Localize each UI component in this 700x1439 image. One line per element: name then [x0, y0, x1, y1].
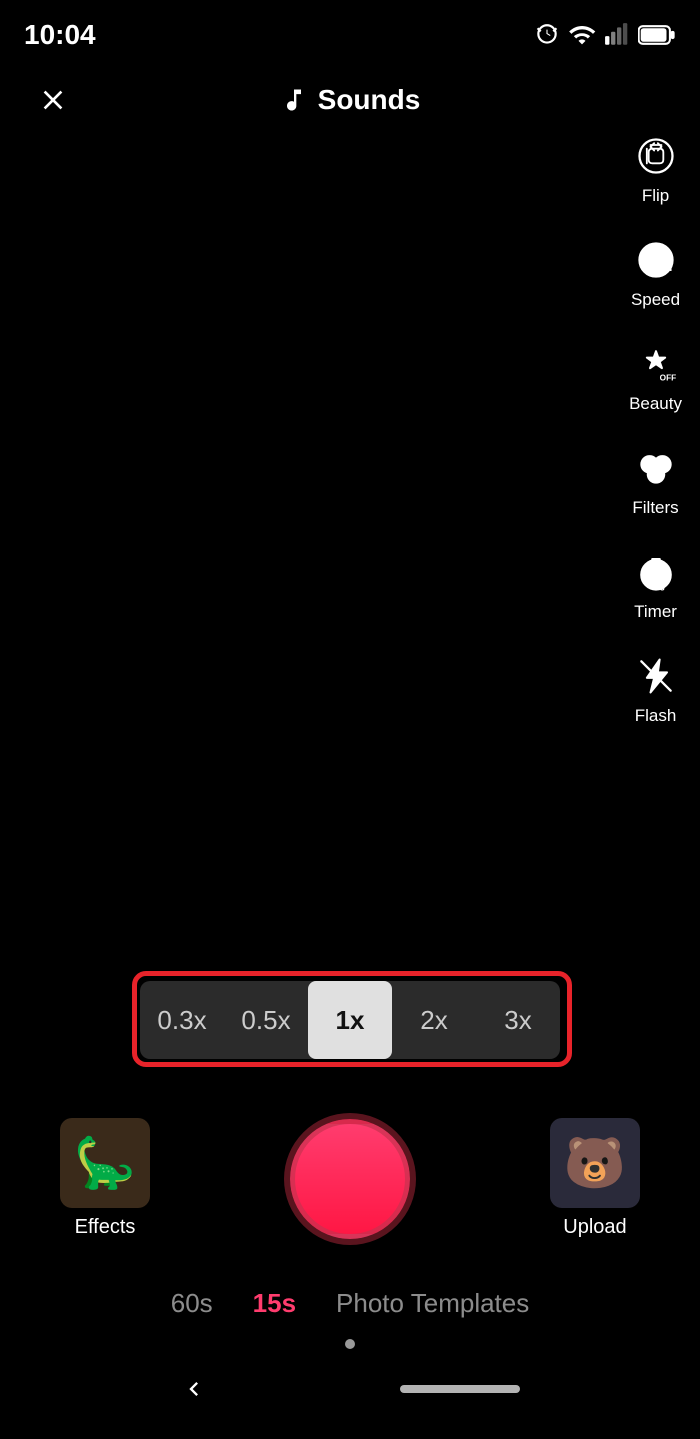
effects-button[interactable]: 🦕 Effects [60, 1118, 150, 1239]
svg-text:3: 3 [659, 582, 664, 592]
effects-thumb-image: 🦕 [60, 1118, 150, 1208]
filters-control[interactable]: Filters [630, 442, 682, 518]
back-chevron-icon [180, 1375, 208, 1403]
flip-icon-wrap [630, 130, 682, 182]
speed-option-3x[interactable]: 3x [476, 981, 560, 1059]
flip-label: Flip [642, 186, 669, 206]
alarm-icon [534, 22, 560, 48]
speed-icon-wrap: ON [630, 234, 682, 286]
svg-text:OFF: OFF [659, 374, 676, 383]
signal-icon [604, 22, 630, 48]
music-note-icon [280, 86, 308, 114]
right-controls: Flip ON Speed OFF Beauty [629, 130, 682, 726]
back-button[interactable] [180, 1375, 208, 1403]
beauty-label: Beauty [629, 394, 682, 414]
battery-icon [638, 24, 676, 46]
speed-option-1x[interactable]: 1x [308, 981, 392, 1059]
flash-control[interactable]: Flash [630, 650, 682, 726]
duration-tabs: 60s 15s Photo Templates [0, 1288, 700, 1319]
speed-icon: ON [634, 238, 678, 282]
sounds-label-text: Sounds [318, 84, 421, 116]
beauty-icon: OFF [634, 342, 678, 386]
home-indicator [400, 1385, 520, 1393]
effects-label: Effects [75, 1216, 136, 1239]
bottom-controls: 🦕 Effects 🐻 Upload [0, 1118, 700, 1239]
dot-indicator [0, 1339, 700, 1349]
timer-label: Timer [634, 602, 677, 622]
flip-control[interactable]: Flip [630, 130, 682, 206]
beauty-icon-wrap: OFF [630, 338, 682, 390]
upload-label: Upload [563, 1216, 626, 1239]
flash-icon-wrap [630, 650, 682, 702]
effects-thumbnail: 🦕 [60, 1118, 150, 1208]
tab-15s[interactable]: 15s [253, 1288, 296, 1319]
speed-selector-container: 0.3x 0.5x 1x 2x 3x [0, 981, 700, 1059]
speed-label: Speed [631, 290, 680, 310]
beauty-control[interactable]: OFF Beauty [629, 338, 682, 414]
timer-icon-wrap: 3 [630, 546, 682, 598]
flash-icon [634, 654, 678, 698]
timer-control[interactable]: 3 Timer [630, 546, 682, 622]
speed-selector: 0.3x 0.5x 1x 2x 3x [140, 981, 560, 1059]
sounds-header: Sounds [280, 84, 421, 116]
speed-control[interactable]: ON Speed [630, 234, 682, 310]
record-button[interactable] [290, 1119, 410, 1239]
tab-60s[interactable]: 60s [171, 1288, 213, 1319]
speed-selector-wrapper: 0.3x 0.5x 1x 2x 3x [140, 981, 560, 1059]
speed-option-2x[interactable]: 2x [392, 981, 476, 1059]
timer-icon: 3 [634, 550, 678, 594]
svg-text:ON: ON [659, 264, 671, 273]
top-bar: Sounds [0, 60, 700, 140]
nav-bar [0, 1359, 700, 1419]
flash-label: Flash [635, 706, 677, 726]
flip-icon [634, 134, 678, 178]
filters-label: Filters [632, 498, 678, 518]
record-button-wrapper[interactable] [290, 1119, 410, 1239]
status-time: 10:04 [24, 19, 96, 51]
status-icons [534, 21, 676, 49]
speed-option-0.5x[interactable]: 0.5x [224, 981, 308, 1059]
status-bar: 10:04 [0, 0, 700, 60]
wifi-icon [568, 21, 596, 49]
speed-option-0.3x[interactable]: 0.3x [140, 981, 224, 1059]
tab-photo-templates[interactable]: Photo Templates [336, 1288, 529, 1319]
close-button[interactable] [28, 75, 78, 125]
filters-icon-wrap [630, 442, 682, 494]
indicator-dot [345, 1339, 355, 1349]
upload-button[interactable]: 🐻 Upload [550, 1118, 640, 1239]
upload-thumbnail: 🐻 [550, 1118, 640, 1208]
filters-icon [634, 446, 678, 490]
